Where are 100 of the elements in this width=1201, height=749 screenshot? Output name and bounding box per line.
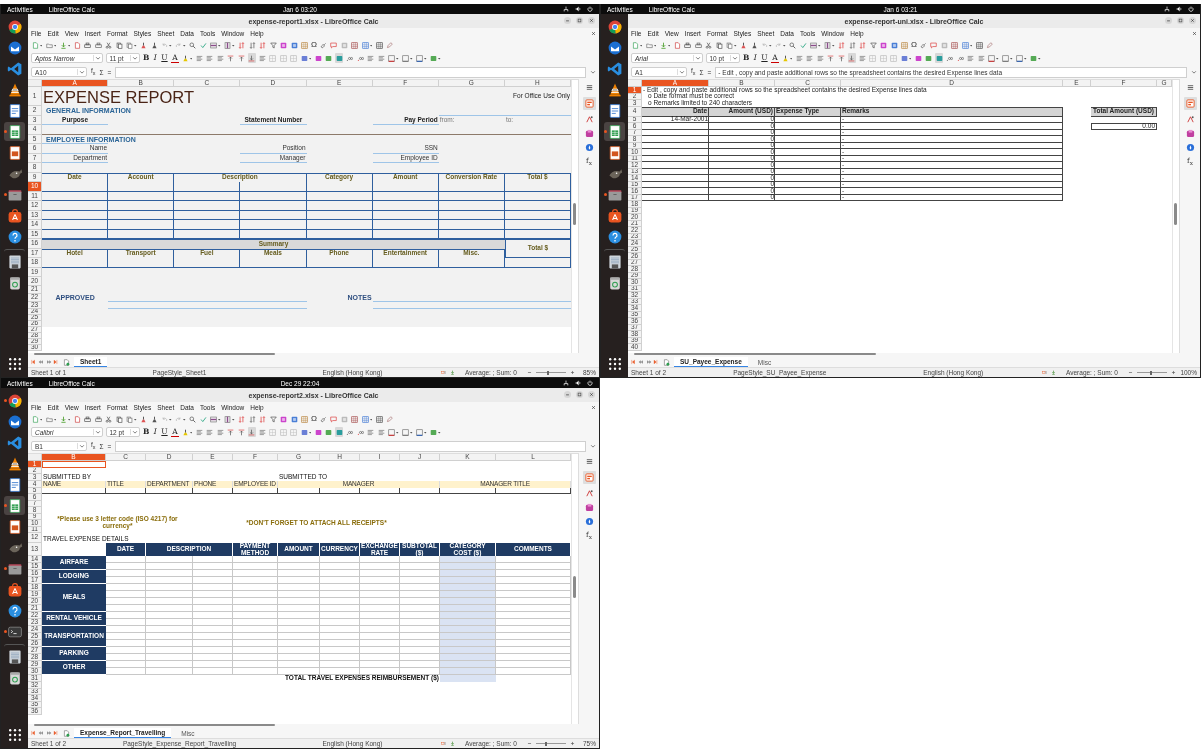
- close-document-icon[interactable]: [1192, 31, 1197, 36]
- date-icon[interactable]: [335, 53, 344, 63]
- grid-icon[interactable]: [975, 40, 984, 50]
- add-sheet-icon[interactable]: [63, 729, 70, 737]
- magnifier-icon[interactable]: [188, 40, 197, 50]
- save-status-icon[interactable]: [450, 741, 455, 746]
- disk-app-icon[interactable]: [604, 249, 625, 271]
- add-sheet-icon[interactable]: [63, 358, 70, 366]
- link-icon[interactable]: [319, 40, 328, 50]
- paste-icon[interactable]: [125, 40, 137, 50]
- border-style-icon[interactable]: [401, 53, 414, 63]
- new-document-icon[interactable]: [31, 414, 43, 424]
- spreadsheet-app-icon[interactable]: [4, 496, 25, 515]
- paintbrush-icon[interactable]: [739, 40, 748, 50]
- sort-icon[interactable]: [248, 40, 256, 50]
- speaker-icon[interactable]: [575, 380, 581, 386]
- conditional-icon[interactable]: [1029, 53, 1042, 63]
- align-right-icon[interactable]: [216, 427, 225, 437]
- funnel-icon[interactable]: [269, 414, 277, 424]
- border-style-icon[interactable]: [1001, 53, 1014, 63]
- table-icon[interactable]: [361, 40, 373, 50]
- eraser-icon[interactable]: [150, 414, 158, 424]
- align-center-icon[interactable]: [205, 427, 214, 437]
- add-sheet-icon[interactable]: [663, 358, 670, 366]
- expand-caret-icon[interactable]: [590, 443, 596, 449]
- check-icon[interactable]: [199, 414, 207, 424]
- selection-mode-icon[interactable]: [441, 370, 446, 375]
- rows-icon[interactable]: [209, 414, 221, 424]
- highlighter-icon[interactable]: [781, 53, 793, 63]
- currency-icon[interactable]: [300, 53, 312, 63]
- sort-icon[interactable]: [858, 40, 867, 50]
- table-icon[interactable]: [300, 40, 309, 50]
- folder-icon[interactable]: [45, 414, 57, 424]
- download-icon[interactable]: [59, 40, 71, 50]
- align-right-icon[interactable]: [816, 53, 825, 63]
- close-button[interactable]: [588, 391, 595, 398]
- sort-icon[interactable]: [848, 40, 856, 50]
- paintbrush-icon[interactable]: [139, 414, 148, 424]
- selection-mode-icon[interactable]: [1042, 370, 1047, 375]
- align-top-icon[interactable]: [226, 53, 235, 63]
- align-bottom-icon[interactable]: [247, 53, 256, 63]
- gallery-icon[interactable]: [584, 129, 594, 138]
- caret-icon[interactable]: [129, 429, 139, 435]
- formula-input[interactable]: [115, 440, 586, 452]
- network-icon[interactable]: [563, 6, 569, 12]
- special-character-button[interactable]: Ω: [311, 40, 317, 50]
- vertical-scrollbar[interactable]: [571, 80, 578, 353]
- square-icon[interactable]: [340, 40, 349, 50]
- comment-icon[interactable]: [930, 40, 938, 50]
- align-middle-icon[interactable]: [837, 53, 846, 63]
- conditional-icon[interactable]: [429, 427, 442, 437]
- magnifier-icon[interactable]: [788, 40, 797, 50]
- sort-icon[interactable]: [837, 40, 846, 50]
- gallery-icon[interactable]: [584, 503, 594, 512]
- align-top-icon[interactable]: [826, 53, 835, 63]
- paintbrush-icon[interactable]: [139, 40, 148, 50]
- table-icon[interactable]: [361, 414, 373, 424]
- printer-icon[interactable]: [694, 40, 702, 50]
- wrap-icon[interactable]: [858, 53, 867, 63]
- sort-icon[interactable]: [237, 40, 246, 50]
- funnel-icon[interactable]: [269, 40, 277, 50]
- sort-icon[interactable]: [258, 40, 267, 50]
- sort-icon[interactable]: [237, 414, 246, 424]
- border-icon[interactable]: [987, 53, 1000, 63]
- close-document-icon[interactable]: [591, 31, 596, 36]
- document-icon[interactable]: [73, 40, 81, 50]
- percent-icon[interactable]: [314, 427, 323, 437]
- currency-icon[interactable]: [300, 427, 312, 437]
- document-icon[interactable]: [73, 414, 81, 424]
- border-color-icon[interactable]: [415, 427, 428, 437]
- date-icon[interactable]: [935, 53, 944, 63]
- minimize-button[interactable]: [564, 17, 571, 24]
- date-icon[interactable]: [335, 427, 344, 437]
- border-color-icon[interactable]: [1015, 53, 1028, 63]
- align-bottom-icon[interactable]: [247, 427, 256, 437]
- outdent-icon[interactable]: [977, 53, 986, 63]
- table-icon[interactable]: [900, 40, 909, 50]
- menu-icon[interactable]: [1185, 83, 1195, 92]
- table-icon[interactable]: [300, 414, 309, 424]
- caret-icon[interactable]: [77, 443, 86, 449]
- border-style-icon[interactable]: [401, 427, 414, 437]
- minimize-button[interactable]: [1165, 17, 1172, 24]
- border-icon[interactable]: [387, 427, 400, 437]
- styles-icon[interactable]: [1185, 115, 1195, 124]
- disk-app-icon[interactable]: [4, 249, 25, 271]
- printer-icon[interactable]: [83, 414, 92, 424]
- navigator-icon[interactable]: [584, 143, 594, 152]
- number-icon[interactable]: [924, 53, 933, 63]
- link-icon[interactable]: [919, 40, 928, 50]
- zoom-out-icon[interactable]: [1128, 370, 1133, 375]
- caret-icon[interactable]: [729, 55, 739, 61]
- properties-icon[interactable]: [582, 471, 596, 484]
- disk-app-icon[interactable]: [4, 644, 25, 666]
- caret-icon[interactable]: [93, 55, 102, 61]
- zoom-out-icon[interactable]: [527, 741, 532, 746]
- minimize-button[interactable]: [564, 391, 571, 398]
- save-status-icon[interactable]: [450, 370, 455, 375]
- maximize-button[interactable]: [576, 391, 583, 398]
- square-icon[interactable]: [940, 40, 949, 50]
- printer-icon[interactable]: [683, 40, 692, 50]
